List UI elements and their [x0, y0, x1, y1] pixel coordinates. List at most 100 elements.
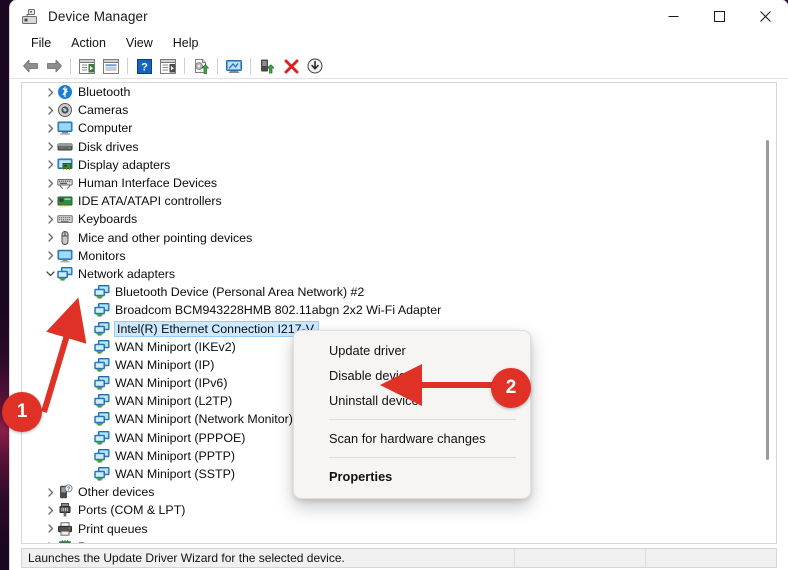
tree-node-label: Broadcom BCM943228HMB 802.11abgn 2x2 Wi-… [115, 303, 442, 318]
tree-node-label: Print queues [78, 521, 148, 536]
tree-node[interactable]: Human Interface Devices [22, 174, 776, 192]
tree-node[interactable]: Print queues [22, 520, 776, 538]
tree-node[interactable]: Display adapters [22, 156, 776, 174]
scan-for-hardware-changes-icon[interactable] [222, 55, 246, 77]
minimize-button[interactable] [650, 0, 696, 32]
tree-node[interactable]: Computer [22, 119, 776, 137]
tree-node-label: Monitors [78, 248, 126, 263]
toolbar-separator [250, 58, 251, 74]
ide-controller-icon [57, 193, 73, 209]
tree-node[interactable]: Keyboards [22, 210, 776, 228]
status-pane-3 [646, 549, 776, 567]
camera-icon [57, 102, 73, 118]
help-icon[interactable]: ? [132, 55, 156, 77]
chevron-right-icon[interactable] [44, 174, 57, 192]
disable-device-icon[interactable] [303, 55, 327, 77]
tree-node-label: WAN Miniport (Network Monitor) [115, 412, 293, 427]
chevron-right-icon[interactable] [44, 83, 57, 101]
tree-node[interactable]: Bluetooth [22, 83, 776, 101]
show-hide-console-tree-icon[interactable] [75, 55, 99, 77]
status-bar: Launches the Update Driver Wizard for th… [21, 548, 777, 568]
context-menu-item[interactable]: Properties [294, 464, 530, 489]
enable-device-icon[interactable] [255, 55, 279, 77]
tree-node-label: WAN Miniport (IKEv2) [115, 339, 236, 354]
chevron-right-icon[interactable] [44, 520, 57, 538]
uninstall-device-icon[interactable] [279, 55, 303, 77]
tree-node[interactable]: Ports (COM & LPT) [22, 501, 776, 519]
network-adapter-icon [94, 393, 110, 409]
tree-node[interactable]: Network adapters [22, 265, 776, 283]
tree-node-label: WAN Miniport (IPv6) [115, 376, 228, 391]
keyboard-icon [57, 211, 73, 227]
network-adapter-icon [94, 448, 110, 464]
menu-file[interactable]: File [22, 34, 60, 52]
status-pane-2 [515, 549, 645, 567]
tree-node-label: Bluetooth [78, 85, 131, 100]
tree-node-label: Computer [78, 121, 133, 136]
menu-help[interactable]: Help [164, 34, 208, 52]
chevron-right-icon[interactable] [44, 538, 57, 543]
chevron-down-icon[interactable] [44, 265, 57, 283]
scrollbar-thumb[interactable] [766, 140, 769, 460]
toolbar-separator [70, 58, 71, 74]
printer-icon [57, 521, 73, 537]
device-context-menu: Update driver Disable device Uninstall dev… [293, 330, 531, 499]
tree-node[interactable]: Cameras [22, 101, 776, 119]
network-adapter-icon [94, 466, 110, 482]
tree-node[interactable]: Bluetooth Device (Personal Area Network)… [22, 283, 776, 301]
tree-node-label: Cameras [78, 103, 129, 118]
tree-node-label: WAN Miniport (IP) [115, 357, 215, 372]
tree-node[interactable]: Processors [22, 538, 776, 543]
show-hide-action-pane-icon[interactable] [156, 55, 180, 77]
window-title: Device Manager [48, 8, 148, 24]
context-menu-item[interactable]: Update driver [294, 338, 530, 363]
network-adapter-icon [94, 302, 110, 318]
tree-node-label: Keyboards [78, 212, 138, 227]
mouse-icon [57, 230, 73, 246]
chevron-right-icon[interactable] [44, 156, 57, 174]
tree-node-label: Processors [78, 540, 144, 543]
annotation-badge-1: 1 [2, 392, 42, 432]
properties-icon[interactable] [99, 55, 123, 77]
menu-view[interactable]: View [117, 34, 162, 52]
computer-icon [57, 120, 73, 136]
close-button[interactable] [742, 0, 788, 32]
chevron-right-icon[interactable] [44, 119, 57, 137]
display-adapter-icon [57, 157, 73, 173]
tree-vertical-scrollbar[interactable] [761, 85, 774, 541]
menu-action[interactable]: Action [62, 34, 115, 52]
tree-node[interactable]: Disk drives [22, 138, 776, 156]
context-menu-separator [329, 457, 516, 458]
tree-node-label: Other devices [78, 485, 155, 500]
maximize-button[interactable] [696, 0, 742, 32]
chevron-right-icon[interactable] [44, 138, 57, 156]
svg-text:?: ? [141, 61, 148, 73]
chevron-right-icon[interactable] [44, 192, 57, 210]
context-menu-separator [329, 419, 516, 420]
tree-node[interactable]: IDE ATA/ATAPI controllers [22, 192, 776, 210]
toolbar-separator [184, 58, 185, 74]
back-icon[interactable] [18, 55, 42, 77]
tree-node-label: Network adapters [78, 266, 176, 281]
tree-node[interactable]: Monitors [22, 247, 776, 265]
tree-node[interactable]: Broadcom BCM943228HMB 802.11abgn 2x2 Wi-… [22, 301, 776, 319]
tree-node-label: Intel(R) Ethernet Connection I217-V [115, 321, 318, 336]
tree-node-label: WAN Miniport (L2TP) [115, 394, 233, 409]
chevron-right-icon[interactable] [44, 101, 57, 119]
network-adapter-icon [94, 321, 110, 337]
context-menu-item[interactable]: Scan for hardware changes [294, 426, 530, 451]
network-adapter-icon [94, 411, 110, 427]
chevron-right-icon[interactable] [44, 247, 57, 265]
chevron-right-icon[interactable] [44, 229, 57, 247]
chevron-right-icon[interactable] [44, 483, 57, 501]
update-driver-icon[interactable] [189, 55, 213, 77]
chevron-right-icon[interactable] [44, 210, 57, 228]
tree-node-label: WAN Miniport (SSTP) [115, 467, 236, 482]
monitor-icon [57, 248, 73, 264]
tree-node[interactable]: Mice and other pointing devices [22, 229, 776, 247]
forward-icon[interactable] [42, 55, 66, 77]
chevron-right-icon[interactable] [44, 501, 57, 519]
